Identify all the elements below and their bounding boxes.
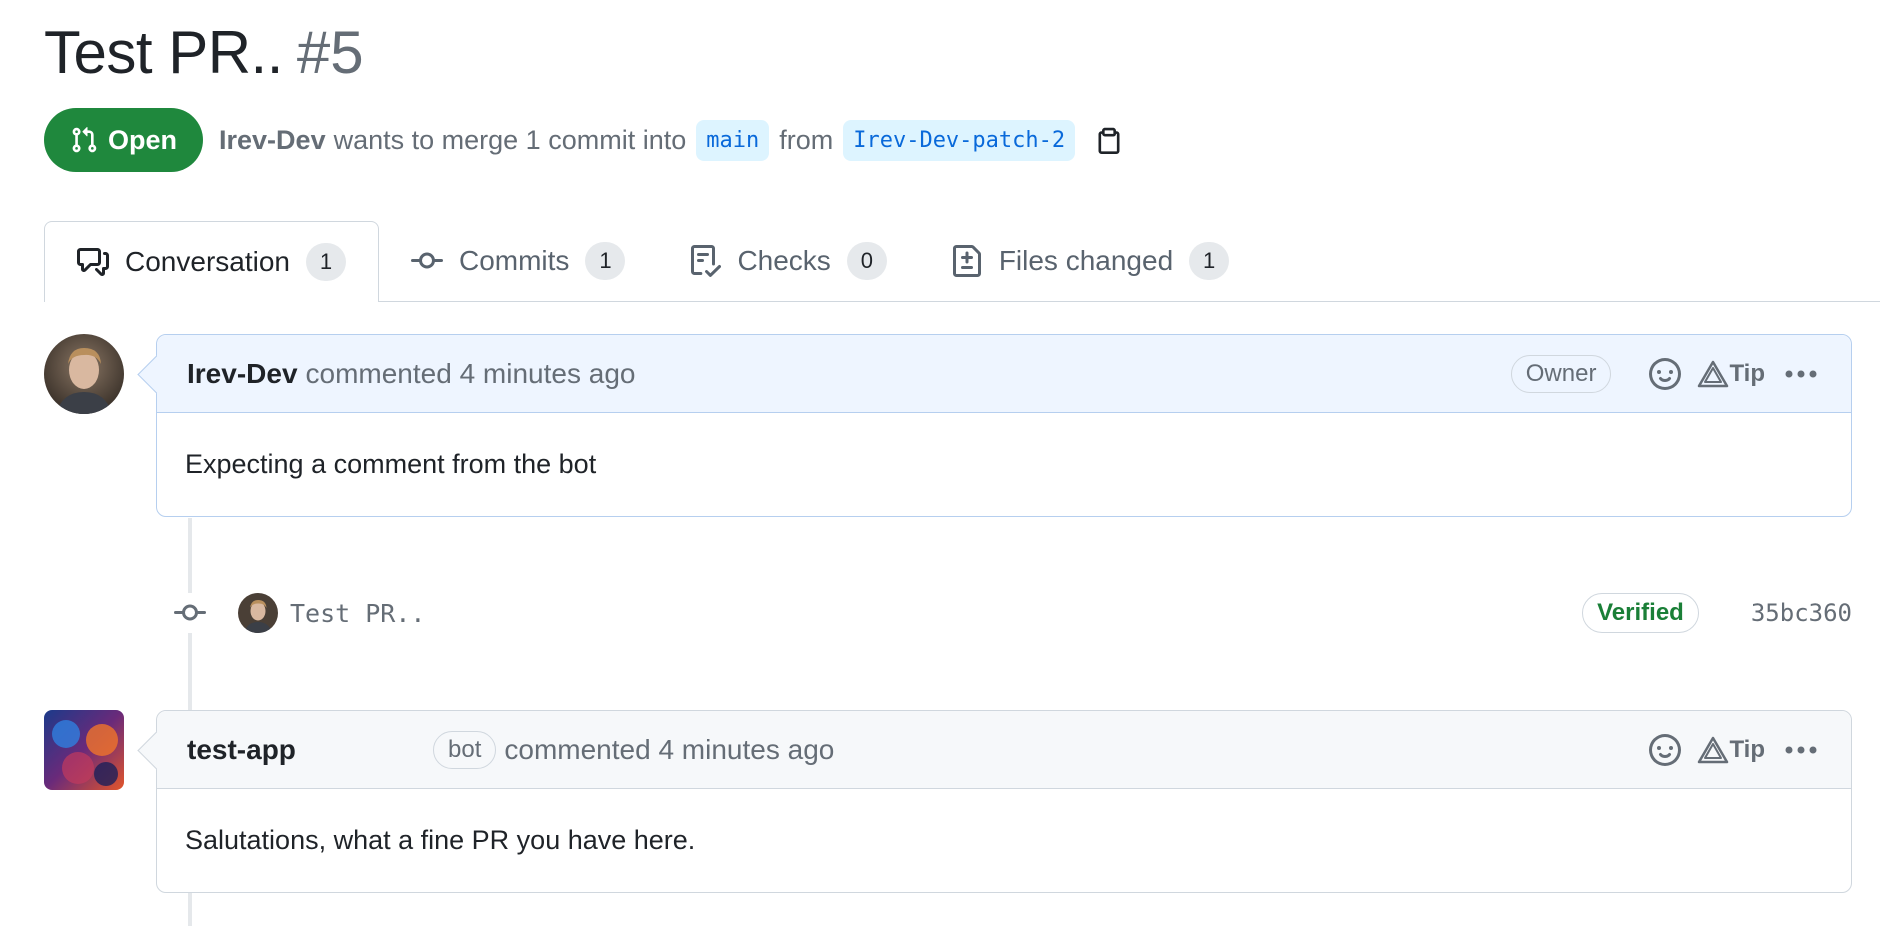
copy-branch-button[interactable] [1095,125,1123,155]
bot-badge: bot [433,730,497,769]
triangle-icon [1698,736,1729,763]
tab-conversation-count: 1 [305,243,346,281]
checklist-icon [691,245,722,277]
state-label: Open [108,124,178,155]
add-reaction-button[interactable] [1649,733,1682,766]
verified-badge[interactable]: Verified [1582,593,1699,633]
tab-files-changed[interactable]: Files changed 1 [919,221,1261,301]
tab-commits[interactable]: Commits 1 [379,221,657,301]
comment-author[interactable]: Irev-Dev [187,358,298,390]
git-pull-request-icon [72,127,97,153]
git-commit-icon [410,252,443,269]
commit-author-avatar[interactable] [238,593,278,633]
comment-discussion-icon [77,248,109,276]
tip-label: Tip [1729,735,1765,763]
state-badge: Open [44,108,204,172]
kebab-horizontal-icon [1785,370,1817,377]
commit-message[interactable]: Test PR.. [290,599,425,628]
more-options-button[interactable] [1781,358,1821,390]
comment-header: test-app bot commented 4 minutes ago Tip [157,711,1851,789]
comment-timestamp: commented 4 minutes ago [504,733,835,765]
tab-checks-label: Checks [737,245,831,276]
base-branch[interactable]: main [696,119,770,161]
triangle-icon [1698,360,1729,387]
pr-title-row: Test PR.. #5 [44,18,364,87]
from-text: from [779,124,834,155]
tab-conversation-label: Conversation [125,246,290,277]
copy-icon [1098,127,1120,154]
pr-author-link[interactable]: Irev-Dev [219,125,326,156]
tip-label: Tip [1729,359,1765,387]
file-diff-icon [952,245,981,277]
pr-tabs: Conversation 1 Commits 1 Checks 0 Files … [44,221,1880,302]
tip-button[interactable]: Tip [1697,736,1765,764]
pr-meta: Open Irev-Dev wants to merge 1 commit in… [44,108,1123,172]
tip-button[interactable]: Tip [1697,360,1765,388]
add-reaction-button[interactable] [1649,357,1682,390]
comment-actions: Tip [1633,733,1821,766]
tab-commits-label: Commits [458,245,570,276]
comment-timestamp: commented 4 minutes ago [305,357,636,389]
smiley-icon [1649,357,1682,390]
tab-checks[interactable]: Checks 0 [657,221,918,301]
head-branch[interactable]: Irev-Dev-patch-2 [843,119,1076,161]
comment-card: Irev-Dev commented 4 minutes ago Owner T… [156,334,1852,517]
pr-number: #5 [296,19,364,86]
avatar[interactable] [44,710,124,790]
pr-title: Test PR.. [44,19,283,86]
tab-checks-count: 0 [846,242,887,280]
comment-body: Salutations, what a fine PR you have her… [185,825,696,855]
git-commit-icon [174,604,206,621]
tab-files-changed-label: Files changed [998,245,1174,276]
commit-event: Test PR.. Verified 35bc360 [170,588,1852,638]
smiley-icon [1649,733,1682,766]
comment-body: Expecting a comment from the bot [185,449,597,479]
merge-text: wants to merge 1 commit into [333,124,687,155]
comment-card: test-app bot commented 4 minutes ago Tip… [156,710,1852,893]
owner-badge: Owner [1510,354,1612,393]
tab-files-changed-count: 1 [1189,242,1230,280]
tab-conversation[interactable]: Conversation 1 [44,221,379,302]
comment-actions: Owner Tip [1510,354,1821,393]
more-options-button[interactable] [1781,734,1821,766]
avatar[interactable] [44,334,124,414]
kebab-horizontal-icon [1785,746,1817,753]
tab-commits-count: 1 [585,242,626,280]
comment-author[interactable]: test-app [187,734,425,766]
commit-node [170,593,210,633]
commit-sha[interactable]: 35bc360 [1751,599,1852,627]
comment-header: Irev-Dev commented 4 minutes ago Owner T… [157,335,1851,413]
